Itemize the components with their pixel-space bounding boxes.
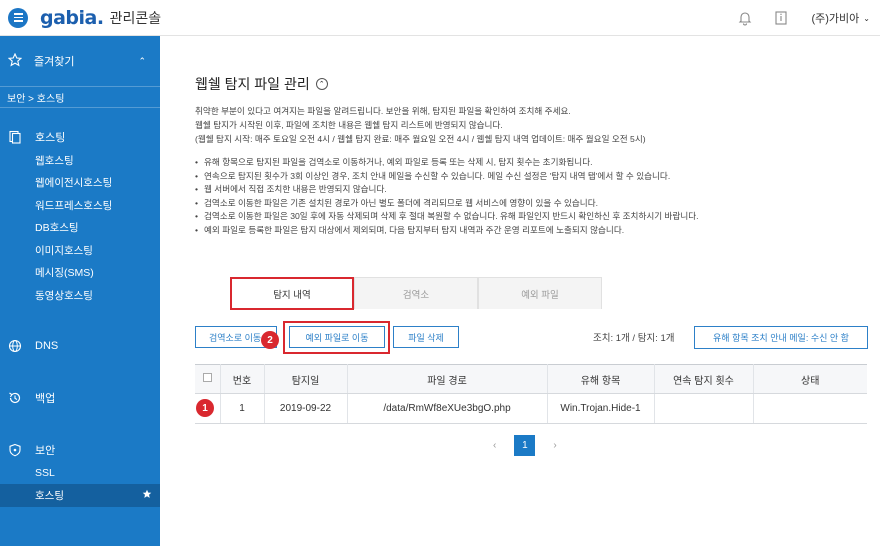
tab-detection-history[interactable]: 탐지 내역 (230, 277, 354, 310)
page-button-current[interactable]: 1 (514, 435, 536, 456)
notice-item: 검역소로 이동한 파일은 30일 후에 자동 삭제되며 삭제 후 절대 복원할 … (195, 210, 699, 224)
intro-text: 취약한 부분이 있다고 여겨지는 파일을 알려드립니다. 보안을 위해, 탐지된… (195, 104, 646, 146)
status (753, 393, 867, 424)
sidebar-group-label: 호스팅 (35, 132, 66, 144)
intro-line: 취약한 부분이 있다고 여겨지는 파일을 알려드립니다. 보안을 위해, 탐지된… (195, 106, 571, 116)
page-title: 웹쉘 탐지 파일 관리 ⌃ (195, 74, 328, 94)
sidebar-group-hosting[interactable]: 호스팅 (0, 125, 160, 149)
delete-file-button[interactable]: 파일 삭제 (393, 326, 459, 348)
info-icon[interactable] (763, 0, 799, 36)
pagination: ‹ 1 › (493, 435, 557, 456)
main-content: 웹쉘 탐지 파일 관리 ⌃ 취약한 부분이 있다고 여겨지는 파일을 알려드립니… (160, 36, 880, 546)
notice-item: 예외 파일로 등록한 파일은 탐지 대상에서 제외되며, 다음 탐지부터 탐지 … (195, 224, 699, 238)
sidebar-item-db-hosting[interactable]: DB호스팅 (0, 217, 160, 240)
user-menu[interactable]: (주)가비아 ⌄ (811, 10, 870, 26)
sidebar-group-label: 백업 (35, 392, 56, 405)
detection-table: 번호 탐지일 파일 경로 유해 항목 연속 탐지 횟수 상태 1 2019-09… (195, 364, 867, 424)
file-path: /data/RmWf8eXUe3bgO.php (347, 393, 548, 424)
sidebar-item-security-hosting[interactable]: 호스팅 (0, 484, 160, 507)
alert-mail-setting-button[interactable]: 유해 항목 조치 안내 메일: 수신 안 함 (694, 326, 868, 349)
notice-item: 웹 서버에서 직접 조치한 내용은 반영되지 않습니다. (195, 183, 699, 197)
sidebar-item-image-hosting[interactable]: 이미지호스팅 (0, 239, 160, 262)
select-all-checkbox[interactable] (195, 364, 221, 394)
backup-icon (8, 391, 22, 405)
sidebar-item-web-hosting[interactable]: 웹호스팅 (0, 149, 160, 172)
sidebar-group-dns[interactable]: DNS (0, 334, 160, 358)
next-page-icon[interactable]: › (553, 440, 556, 451)
sidebar-group-label: DNS (35, 339, 59, 352)
row-number: 1 (220, 393, 265, 424)
sidebar-breadcrumb: 보안 > 호스팅 (0, 86, 160, 108)
sidebar-item-wordpress-hosting[interactable]: 워드프레스호스팅 (0, 194, 160, 217)
prev-page-icon[interactable]: ‹ (493, 440, 496, 451)
table-row[interactable]: 1 2019-09-22 /data/RmWf8eXUe3bgO.php Win… (195, 393, 867, 424)
gabia-logo[interactable]: gabia. (40, 7, 104, 29)
consecutive-detections (654, 393, 754, 424)
tab-quarantine[interactable]: 검역소 (354, 277, 478, 309)
sidebar-item-video-hosting[interactable]: 동영상호스팅 (0, 284, 160, 307)
page-title-text: 웹쉘 탐지 파일 관리 (195, 76, 310, 92)
sidebar-group-backup[interactable]: 백업 (0, 386, 160, 410)
column-header[interactable]: 연속 탐지 횟수 (654, 364, 754, 394)
sidebar-group-security[interactable]: 보안 (0, 438, 160, 462)
column-header[interactable]: 탐지일 (264, 364, 348, 394)
user-name: (주)가비아 (811, 13, 860, 25)
star-filled-icon[interactable] (142, 489, 152, 502)
hosting-icon (8, 130, 22, 144)
sidebar-item-agency-hosting[interactable]: 웹에이전시호스팅 (0, 172, 160, 195)
column-header[interactable]: 유해 항목 (547, 364, 655, 394)
shield-icon (8, 443, 22, 457)
tab-bar: 탐지 내역 검역소 예외 파일 (230, 277, 602, 310)
notice-item: 검역소로 이동한 파일은 기존 설치된 경로가 아닌 별도 폴더에 격리되므로 … (195, 197, 699, 211)
sidebar: 즐겨찾기 ⌃ 보안 > 호스팅 호스팅 웹호스팅 웹에이전시호스팅 워드프레스호… (0, 36, 160, 546)
notice-list: 유해 항목으로 탐지된 파일을 검역소로 이동하거나, 예외 파일로 등록 또는… (195, 156, 699, 238)
notice-item: 유해 항목으로 탐지된 파일을 검역소로 이동하거나, 예외 파일로 등록 또는… (195, 156, 699, 170)
menu-icon[interactable] (8, 7, 28, 28)
step-marker-2: 2 (261, 331, 279, 349)
column-header[interactable]: 파일 경로 (347, 364, 548, 394)
detected-date: 2019-09-22 (264, 393, 348, 424)
action-detection-count: 조치: 1개 / 탐지: 1개 (593, 333, 675, 344)
chevron-up-icon[interactable]: ⌃ (315, 78, 328, 90)
sidebar-item-ssl[interactable]: SSL (0, 462, 160, 485)
bell-icon[interactable] (727, 0, 763, 36)
notice-item: 연속으로 탐지된 횟수가 3회 이상인 경우, 조치 안내 메일을 수신할 수 … (195, 170, 699, 184)
top-bar: gabia. 관리콘솔 (주)가비아 ⌄ (0, 0, 880, 36)
threat-name: Win.Trojan.Hide-1 (547, 393, 655, 424)
step-marker-1: 1 (196, 399, 214, 417)
column-header[interactable]: 번호 (220, 364, 265, 394)
sidebar-favorites[interactable]: 즐겨찾기 ⌃ (0, 36, 160, 86)
sidebar-favorites-label: 즐겨찾기 (34, 56, 75, 68)
column-header[interactable]: 상태 (753, 364, 867, 394)
console-title: 관리콘솔 (109, 9, 162, 26)
star-icon (7, 52, 23, 70)
chevron-down-icon: ⌄ (863, 13, 870, 23)
tab-exception-files[interactable]: 예외 파일 (478, 277, 602, 309)
globe-icon (8, 339, 22, 353)
table-header-row: 번호 탐지일 파일 경로 유해 항목 연속 탐지 횟수 상태 (195, 364, 867, 394)
sidebar-group-label: 보안 (35, 444, 56, 457)
intro-line: (웹쉘 탐지 시작: 매주 토요일 오전 4시 / 웹쉘 탐지 완료: 매주 월… (195, 134, 646, 144)
highlight-box (283, 321, 390, 354)
chevron-up-icon[interactable]: ⌃ (138, 56, 146, 67)
sidebar-item-sms[interactable]: 메시징(SMS) (0, 262, 160, 285)
sidebar-item-label: 호스팅 (35, 489, 64, 502)
intro-line: 웹쉘 탐지가 시작된 이후, 파일에 조치한 내용은 웹쉘 탐지 리스트에 반영… (195, 120, 503, 130)
